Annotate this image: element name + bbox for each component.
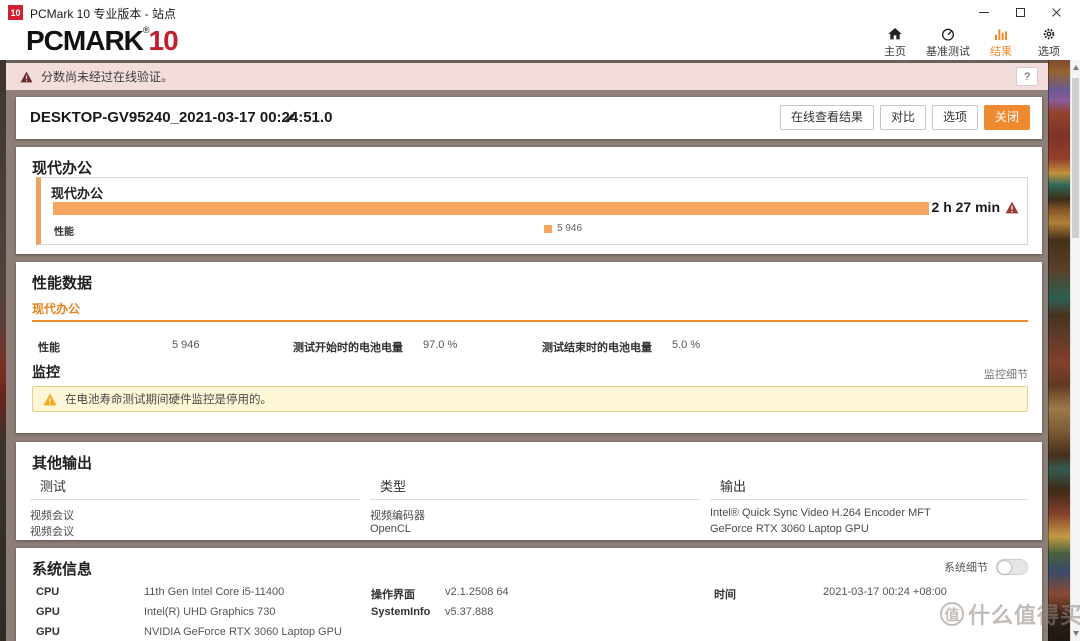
legend-square-icon	[544, 225, 552, 233]
sys-label: GPU	[36, 606, 60, 618]
sys-value: 11th Gen Intel Core i5-11400	[144, 586, 284, 598]
app-icon: 10	[8, 5, 23, 20]
result-header-card: DESKTOP-GV95240_2021-03-17 00:24:51.0 在线…	[16, 97, 1042, 139]
tab-modern-office[interactable]: 现代办公	[32, 300, 80, 317]
logo-number: 10	[149, 25, 178, 56]
duration-warning-icon	[1005, 201, 1019, 214]
sys-value: Intel(R) UHD Graphics 730	[144, 606, 275, 618]
close-icon	[1051, 7, 1062, 18]
nav-results[interactable]: 结果	[984, 26, 1018, 59]
nav-benchmarks-label: 基准测试	[926, 43, 970, 59]
maximize-icon	[1016, 8, 1025, 17]
battery-result-box: 现代办公 2 h 27 min 性能 5 946	[36, 177, 1028, 245]
metric-label: 性能	[38, 339, 60, 355]
scroll-up-icon[interactable]	[1073, 65, 1079, 70]
table-cell: 视频会议	[30, 523, 74, 539]
column-header-output: 输出	[720, 476, 746, 495]
monitoring-details-link[interactable]: 监控细节	[984, 366, 1028, 382]
metric-label: 测试结束时的电池电量	[542, 339, 652, 355]
pcmark-window: 10 PCMark 10 专业版本 - 站点 PCMARK®10 主页 基准测试…	[0, 0, 1080, 641]
system-details-label: 系统细节	[944, 559, 988, 575]
performance-legend: 5 946	[544, 223, 582, 234]
title-bar: 10 PCMark 10 专业版本 - 站点	[0, 0, 1080, 24]
scrollbar-thumb[interactable]	[1072, 78, 1079, 238]
main-nav: 主页 基准测试 结果 选项	[878, 26, 1066, 59]
performance-data-title: 性能数据	[32, 272, 92, 293]
sys-value: NVIDIA GeForce RTX 3060 Laptop GPU	[144, 626, 342, 638]
nav-options[interactable]: 选项	[1032, 26, 1066, 59]
monitoring-warning-text: 在电池寿命测试期间硬件监控是停用的。	[65, 391, 272, 407]
minimize-button[interactable]	[966, 0, 1002, 24]
nav-home[interactable]: 主页	[878, 26, 912, 59]
header-divider	[30, 499, 360, 500]
minimize-icon	[979, 12, 989, 13]
nav-options-label: 选项	[1038, 43, 1060, 59]
sys-label: GPU	[36, 626, 60, 638]
battery-result-title: 现代办公	[51, 183, 103, 202]
header-divider	[370, 499, 700, 500]
bar-chart-icon	[992, 26, 1010, 42]
tab-underline	[32, 320, 1028, 322]
app-header: PCMARK®10 主页 基准测试 结果 选项	[0, 24, 1080, 60]
performance-score: 5 946	[557, 223, 582, 234]
sys-label: 操作界面	[371, 586, 415, 602]
monitoring-warning: 在电池寿命测试期间硬件监控是停用的。	[32, 386, 1028, 412]
close-window-button[interactable]	[1038, 0, 1074, 24]
system-info-card: 系统信息 系统细节 CPU 11th Gen Intel Core i5-114…	[16, 548, 1042, 641]
scroll-down-icon[interactable]	[1073, 631, 1079, 636]
table-cell: GeForce RTX 3060 Laptop GPU	[710, 523, 869, 535]
sys-label: 时间	[714, 586, 736, 602]
yellow-warning-icon	[33, 393, 57, 406]
nav-results-label: 结果	[990, 43, 1012, 59]
battery-life-bar	[53, 202, 929, 215]
system-details-toggle[interactable]	[996, 559, 1028, 575]
performance-label: 性能	[54, 223, 74, 238]
compare-button[interactable]: 对比	[880, 105, 926, 130]
metric-value: 5 946	[172, 339, 200, 351]
warning-triangle-icon	[20, 71, 33, 83]
options-button[interactable]: 选项	[932, 105, 978, 130]
table-cell: 视频会议	[30, 507, 74, 523]
metric-value: 97.0 %	[423, 339, 457, 351]
metric-value: 5.0 %	[672, 339, 700, 351]
banner-message: 分数尚未经过在线验证。	[41, 68, 173, 85]
monitoring-title: 监控	[32, 362, 60, 382]
nav-benchmarks[interactable]: 基准测试	[926, 26, 970, 59]
gauge-icon	[939, 26, 957, 42]
close-result-button[interactable]: 关闭	[984, 105, 1030, 130]
edit-pencil-icon[interactable]	[284, 110, 298, 124]
validation-banner: 分数尚未经过在线验证。 ?	[6, 63, 1048, 90]
view-online-button[interactable]: 在线查看结果	[780, 105, 874, 130]
system-info-title: 系统信息	[32, 558, 92, 579]
performance-data-card: 性能数据 现代办公 性能 5 946 测试开始时的电池电量 97.0 % 测试结…	[16, 262, 1042, 433]
window-title: PCMark 10 专业版本 - 站点	[30, 5, 176, 22]
desktop-wallpaper-right	[1048, 60, 1070, 641]
table-cell: 视频编码器	[370, 507, 425, 523]
maximize-button[interactable]	[1002, 0, 1038, 24]
sys-value: 2021-03-17 00:24 +08:00	[823, 586, 947, 598]
sys-label: CPU	[36, 586, 59, 598]
pcmark-logo: PCMARK®10	[26, 25, 178, 57]
logo-text: PCMARK	[26, 25, 143, 56]
other-output-card: 其他输出 测试 类型 输出 视频会议 视频编码器 Intel® Quick Sy…	[16, 442, 1042, 540]
home-icon	[886, 26, 904, 42]
scrollbar[interactable]	[1070, 60, 1080, 641]
sys-value: v2.1.2508 64	[445, 586, 509, 598]
column-header-test: 测试	[40, 476, 66, 495]
nav-home-label: 主页	[884, 43, 906, 59]
table-cell: OpenCL	[370, 523, 411, 535]
sys-label: SystemInfo	[371, 606, 430, 618]
other-output-title: 其他输出	[32, 452, 92, 473]
table-cell: Intel® Quick Sync Video H.264 Encoder MF…	[710, 507, 931, 519]
modern-office-section-title: 现代办公	[32, 157, 92, 178]
column-header-type: 类型	[380, 476, 406, 495]
sys-value: v5.37.888	[445, 606, 493, 618]
header-divider	[710, 499, 1028, 500]
gear-icon	[1040, 26, 1058, 42]
battery-duration: 2 h 27 min	[932, 199, 1000, 215]
help-button[interactable]: ?	[1016, 67, 1038, 86]
modern-office-card: 现代办公 现代办公 2 h 27 min 性能 5 946	[16, 147, 1042, 254]
metric-label: 测试开始时的电池电量	[293, 339, 403, 355]
toggle-knob	[998, 561, 1011, 574]
